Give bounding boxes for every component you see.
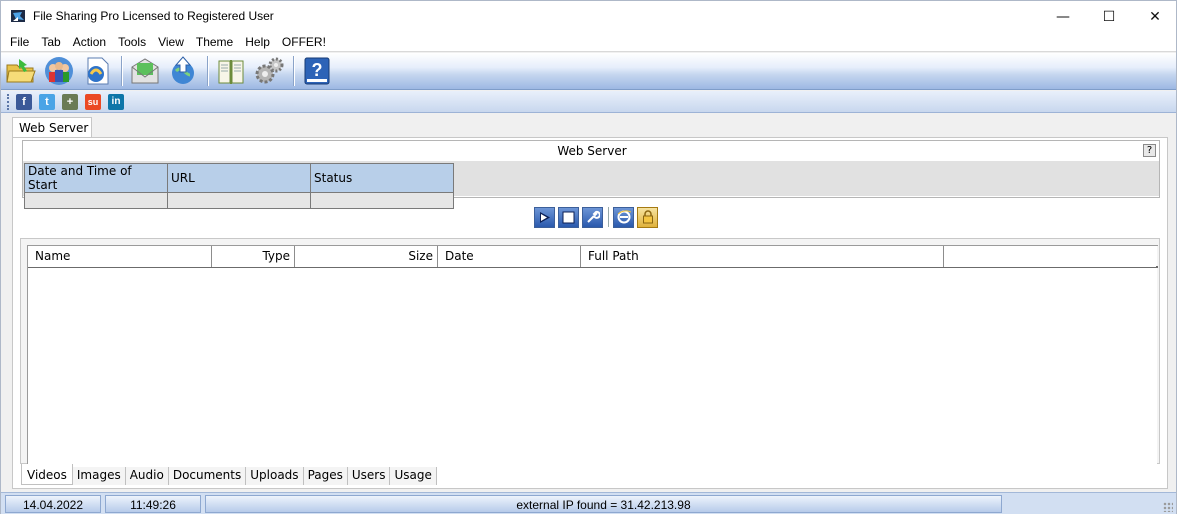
column-type[interactable]: Type bbox=[212, 246, 295, 267]
tab-web-server[interactable]: Web Server bbox=[12, 117, 92, 138]
menu-tab[interactable]: Tab bbox=[35, 35, 66, 49]
wrench-icon bbox=[586, 210, 600, 223]
open-browser-button[interactable] bbox=[613, 206, 634, 228]
menu-action[interactable]: Action bbox=[67, 35, 112, 49]
menu-help[interactable]: Help bbox=[239, 35, 276, 49]
minimize-button[interactable]: — bbox=[1040, 1, 1086, 32]
googleplus-icon[interactable]: + bbox=[62, 93, 78, 110]
settings-gears-icon[interactable] bbox=[253, 55, 285, 87]
open-folder-icon[interactable] bbox=[5, 55, 37, 87]
column-name[interactable]: Name bbox=[28, 246, 212, 267]
cell-date-time bbox=[24, 192, 168, 209]
menu-theme[interactable]: Theme bbox=[190, 35, 239, 49]
toolbar-separator bbox=[121, 56, 123, 86]
ie-browser-icon bbox=[617, 210, 631, 224]
server-control-bar bbox=[534, 206, 661, 228]
social-bar: f t + su in bbox=[1, 91, 1176, 113]
menu-bar: File Tab Action Tools View Theme Help OF… bbox=[1, 32, 1176, 52]
settings-button[interactable] bbox=[582, 206, 603, 228]
close-icon: ✕ bbox=[1149, 8, 1161, 25]
stumbleupon-icon[interactable]: su bbox=[85, 93, 101, 110]
start-server-button[interactable] bbox=[534, 206, 555, 228]
files-frame: Name Type Size Date Full Path bbox=[20, 238, 1160, 465]
menu-offer[interactable]: OFFER! bbox=[276, 35, 332, 49]
server-table-header: Date and Time of Start URL Status bbox=[24, 163, 454, 193]
tab-uploads[interactable]: Uploads bbox=[246, 467, 304, 485]
tab-usage[interactable]: Usage bbox=[390, 467, 437, 485]
tab-users[interactable]: Users bbox=[347, 467, 391, 485]
upload-globe-icon[interactable] bbox=[167, 55, 199, 87]
mail-icon[interactable] bbox=[129, 55, 161, 87]
help-button[interactable]: ? bbox=[1143, 144, 1156, 157]
menu-view[interactable]: View bbox=[152, 35, 190, 49]
column-date-time-start[interactable]: Date and Time of Start bbox=[24, 163, 168, 193]
users-icon[interactable] bbox=[43, 55, 75, 87]
tab-pages[interactable]: Pages bbox=[303, 467, 348, 485]
app-window: File Sharing Pro Licensed to Registered … bbox=[0, 0, 1177, 514]
twitter-icon[interactable]: t bbox=[39, 93, 55, 110]
server-box: Web Server ? Date and Time of Start URL … bbox=[22, 140, 1160, 209]
menu-tools[interactable]: Tools bbox=[112, 35, 152, 49]
column-extra[interactable] bbox=[944, 246, 1156, 267]
server-title: Web Server bbox=[557, 144, 627, 158]
svg-text:?: ? bbox=[312, 60, 323, 80]
column-full-path[interactable]: Full Path bbox=[581, 246, 944, 267]
control-separator bbox=[608, 207, 609, 227]
column-url[interactable]: URL bbox=[167, 163, 311, 193]
status-bar: 14.04.2022 11:49:26 external IP found = … bbox=[1, 492, 1176, 514]
files-header: Name Type Size Date Full Path bbox=[28, 245, 1158, 268]
tab-videos[interactable]: Videos bbox=[21, 464, 73, 485]
bottom-tab-strip: Videos Images Audio Documents Uploads Pa… bbox=[21, 464, 437, 485]
facebook-icon[interactable]: f bbox=[16, 93, 32, 110]
linkedin-icon[interactable]: in bbox=[108, 93, 124, 110]
table-row[interactable] bbox=[24, 192, 454, 209]
lock-icon bbox=[642, 210, 653, 224]
document-icon[interactable] bbox=[81, 55, 113, 87]
resize-grip-icon[interactable] bbox=[1163, 502, 1173, 512]
toolbar-separator bbox=[207, 56, 209, 86]
column-status[interactable]: Status bbox=[310, 163, 454, 193]
window-title: File Sharing Pro Licensed to Registered … bbox=[33, 9, 274, 23]
stop-icon bbox=[562, 211, 575, 223]
status-message: external IP found = 31.42.213.98 bbox=[205, 495, 1002, 513]
close-button[interactable]: ✕ bbox=[1132, 1, 1177, 32]
column-date[interactable]: Date bbox=[438, 246, 581, 267]
play-icon bbox=[540, 211, 550, 223]
security-button[interactable] bbox=[637, 206, 658, 228]
server-table: Date and Time of Start URL Status bbox=[24, 163, 454, 209]
cell-status bbox=[310, 192, 454, 209]
maximize-icon: ☐ bbox=[1102, 8, 1116, 25]
title-bar: File Sharing Pro Licensed to Registered … bbox=[1, 1, 1176, 32]
maximize-button[interactable]: ☐ bbox=[1086, 1, 1132, 32]
menu-file[interactable]: File bbox=[4, 35, 35, 49]
column-size[interactable]: Size bbox=[295, 246, 438, 267]
status-date: 14.04.2022 bbox=[5, 495, 101, 513]
files-list[interactable]: Name Type Size Date Full Path bbox=[27, 245, 1158, 465]
toolbar-grip bbox=[7, 93, 10, 110]
web-server-panel: Web Server ? Date and Time of Start URL … bbox=[12, 137, 1168, 489]
tab-documents[interactable]: Documents bbox=[168, 467, 247, 485]
cell-url bbox=[167, 192, 311, 209]
app-logo-icon bbox=[11, 10, 25, 22]
status-time: 11:49:26 bbox=[105, 495, 201, 513]
help-book-icon[interactable]: ? bbox=[301, 55, 333, 87]
toolbar-separator bbox=[293, 56, 295, 86]
tab-audio[interactable]: Audio bbox=[125, 467, 169, 485]
tab-images[interactable]: Images bbox=[72, 467, 126, 485]
main-toolbar: ? bbox=[1, 53, 1176, 90]
book-icon[interactable] bbox=[215, 55, 247, 87]
stop-server-button[interactable] bbox=[558, 206, 579, 228]
minimize-icon: — bbox=[1056, 8, 1070, 25]
